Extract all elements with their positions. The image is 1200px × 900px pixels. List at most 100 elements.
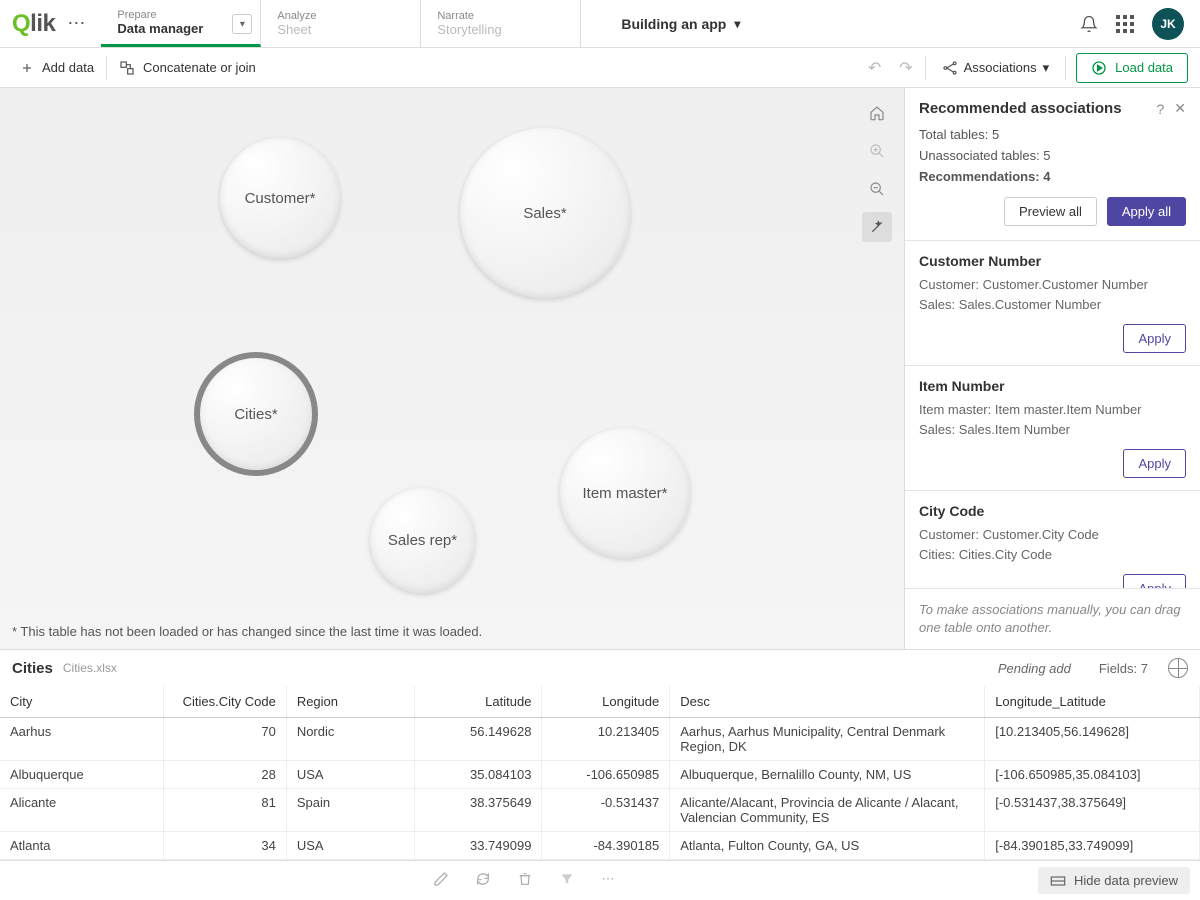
rec-line: Sales: Sales.Customer Number	[919, 295, 1186, 315]
nav-label: Analyze	[277, 10, 404, 22]
table-cell: -84.390185	[542, 832, 670, 860]
table-cell: [-84.390185,33.749099]	[985, 832, 1200, 860]
avatar[interactable]: JK	[1152, 8, 1184, 40]
qlik-logo: Qlik	[12, 10, 55, 38]
column-header[interactable]: Cities.City Code	[164, 686, 287, 718]
data-preview: Cities Cities.xlsx Pending add Fields: 7…	[0, 649, 1200, 860]
filter-icon[interactable]	[559, 871, 575, 890]
hide-preview-button[interactable]: Hide data preview	[1038, 867, 1190, 894]
main-area: Customer* Sales* Cities* Item master* Sa…	[0, 88, 1200, 649]
apply-all-button[interactable]: Apply all	[1107, 197, 1186, 226]
recommendation-item: City Code Customer: Customer.City Code C…	[905, 490, 1200, 587]
rec-line: Customer: Customer.Customer Number	[919, 275, 1186, 295]
nav-label: Narrate	[437, 10, 564, 22]
table-cell: Aarhus, Aarhus Municipality, Central Den…	[670, 718, 985, 761]
table-cell: Albuquerque, Bernalillo County, NM, US	[670, 761, 985, 789]
toolbar: Add data Concatenate or join ↶ ↷ Associa…	[0, 48, 1200, 88]
home-icon[interactable]	[862, 98, 892, 128]
table-cell: 35.084103	[414, 761, 542, 789]
associations-canvas[interactable]: Customer* Sales* Cities* Item master* Sa…	[0, 88, 904, 649]
close-icon[interactable]: ✕	[1174, 100, 1186, 117]
bottom-bar: ⋯ Hide data preview	[0, 860, 1200, 900]
hide-preview-label: Hide data preview	[1074, 873, 1178, 888]
table-row[interactable]: Alicante81Spain38.375649-0.531437Alicant…	[0, 789, 1200, 832]
app-launcher-icon[interactable]	[1116, 15, 1134, 33]
table-cell: USA	[286, 761, 414, 789]
table-cell: 34	[164, 832, 287, 860]
nav-tab-narrate[interactable]: Narrate Storytelling	[421, 0, 581, 47]
recommendations-panel: Recommended associations ? ✕ Total table…	[904, 88, 1200, 649]
edit-icon[interactable]	[433, 871, 449, 890]
bubble-sales-rep[interactable]: Sales rep*	[370, 488, 475, 593]
table-cell: Nordic	[286, 718, 414, 761]
bubble-cities[interactable]: Cities*	[200, 358, 312, 470]
load-data-button[interactable]: Load data	[1076, 53, 1188, 83]
table-cell: Alicante	[0, 789, 164, 832]
rec-line: Item master: Item master.Item Number	[919, 400, 1186, 420]
table-row[interactable]: Albuquerque28USA35.084103-106.650985Albu…	[0, 761, 1200, 789]
zoom-in-icon[interactable]	[862, 136, 892, 166]
column-header[interactable]: City	[0, 686, 164, 718]
apply-button[interactable]: Apply	[1123, 574, 1186, 587]
zoom-out-icon[interactable]	[862, 174, 892, 204]
app-title-text: Building an app	[621, 16, 726, 32]
load-data-label: Load data	[1115, 60, 1173, 75]
chevron-down-icon[interactable]: ▾	[232, 14, 252, 34]
globe-icon[interactable]	[1168, 658, 1188, 678]
concatenate-label: Concatenate or join	[143, 60, 256, 75]
recommendation-list: Customer Number Customer: Customer.Custo…	[905, 240, 1200, 587]
nav-tab-analyze[interactable]: Analyze Sheet	[261, 0, 421, 47]
table-cell: [-0.531437,38.375649]	[985, 789, 1200, 832]
column-header[interactable]: Longitude	[542, 686, 670, 718]
preview-field-count: Fields: 7	[1099, 661, 1148, 676]
table-cell: 70	[164, 718, 287, 761]
apply-button[interactable]: Apply	[1123, 324, 1186, 353]
undo-icon: ↶	[862, 58, 887, 78]
help-icon[interactable]: ?	[1156, 101, 1164, 117]
delete-icon[interactable]	[517, 871, 533, 890]
more-icon[interactable]: ⋯	[63, 13, 89, 34]
table-cell: Alicante/Alacant, Provincia de Alicante …	[670, 789, 985, 832]
apply-button[interactable]: Apply	[1123, 449, 1186, 478]
refresh-icon[interactable]	[475, 871, 491, 890]
add-data-label: Add data	[42, 60, 94, 75]
rec-line: Cities: Cities.City Code	[919, 545, 1186, 565]
table-cell: Aarhus	[0, 718, 164, 761]
preview-file-name: Cities.xlsx	[63, 661, 117, 675]
more-icon[interactable]: ⋯	[601, 871, 614, 890]
nav-sublabel: Sheet	[277, 22, 404, 37]
add-data-button[interactable]: Add data	[8, 48, 106, 87]
nav-sublabel: Storytelling	[437, 22, 564, 37]
table-cell: USA	[286, 832, 414, 860]
column-header[interactable]: Latitude	[414, 686, 542, 718]
table-cell: 38.375649	[414, 789, 542, 832]
bubble-sales[interactable]: Sales*	[460, 128, 630, 298]
table-cell: Albuquerque	[0, 761, 164, 789]
magic-wand-icon[interactable]	[862, 212, 892, 242]
table-cell: -0.531437	[542, 789, 670, 832]
column-header[interactable]: Region	[286, 686, 414, 718]
table-cell: [-106.650985,35.084103]	[985, 761, 1200, 789]
rec-title: Customer Number	[919, 253, 1186, 269]
table-row[interactable]: Atlanta34USA33.749099-84.390185Atlanta, …	[0, 832, 1200, 860]
recommendation-item: Item Number Item master: Item master.Ite…	[905, 365, 1200, 490]
column-header[interactable]: Desc	[670, 686, 985, 718]
nav-label: Prepare	[117, 9, 244, 21]
preview-all-button[interactable]: Preview all	[1004, 197, 1097, 226]
chevron-down-icon: ▾	[734, 17, 740, 31]
nav-sublabel: Data manager	[117, 21, 244, 36]
table-cell: 81	[164, 789, 287, 832]
canvas-footnote: * This table has not been loaded or has …	[12, 624, 482, 639]
bubble-customer[interactable]: Customer*	[220, 138, 340, 258]
app-title[interactable]: Building an app ▾	[581, 0, 1080, 47]
preview-table: CityCities.City CodeRegionLatitudeLongit…	[0, 686, 1200, 860]
concatenate-button[interactable]: Concatenate or join	[107, 48, 268, 87]
table-row[interactable]: Aarhus70Nordic56.14962810.213405Aarhus, …	[0, 718, 1200, 761]
column-header[interactable]: Longitude_Latitude	[985, 686, 1200, 718]
table-cell: Atlanta	[0, 832, 164, 860]
bubble-item-master[interactable]: Item master*	[560, 428, 690, 558]
bell-icon[interactable]	[1080, 15, 1098, 33]
nav-tab-prepare[interactable]: Prepare Data manager ▾	[101, 0, 261, 47]
panel-title: Recommended associations	[919, 100, 1146, 117]
associations-dropdown[interactable]: Associations ▾	[932, 60, 1060, 76]
